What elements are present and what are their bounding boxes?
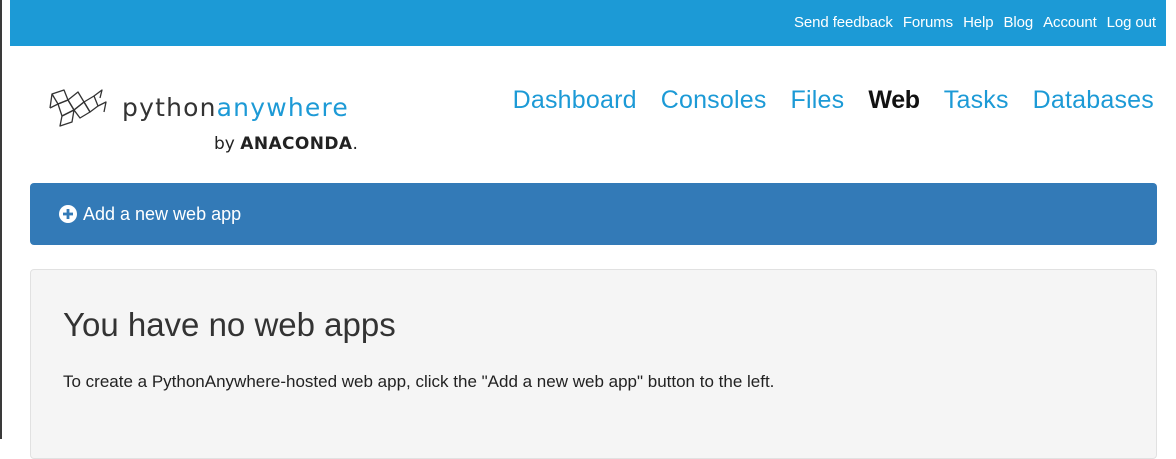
empty-state-panel: You have no web apps To create a PythonA… [30, 269, 1157, 459]
snake-logo-icon [49, 89, 107, 127]
window-left-edge [0, 0, 2, 439]
account-link[interactable]: Account [1043, 14, 1097, 31]
nav-databases[interactable]: Databases [1033, 86, 1154, 115]
blog-link[interactable]: Blog [1004, 14, 1034, 31]
logo-brand-suffix: . [352, 134, 358, 154]
logo-by-text: by [214, 134, 235, 154]
empty-state-title: You have no web apps [63, 306, 396, 343]
nav-tasks[interactable]: Tasks [944, 86, 1009, 115]
help-link[interactable]: Help [963, 14, 994, 31]
top-bar: Send feedback Forums Help Blog Account L… [10, 0, 1166, 46]
logo-byline: by ANACONDA. [214, 134, 358, 154]
plus-circle-icon [59, 205, 77, 223]
nav-web[interactable]: Web [868, 86, 920, 115]
nav-dashboard[interactable]: Dashboard [513, 86, 637, 115]
main-nav: Dashboard Consoles Files Web Tasks Datab… [489, 86, 1154, 115]
nav-files[interactable]: Files [791, 86, 845, 115]
pythonanywhere-logo[interactable]: pythonanywhere by ANACONDA. [48, 88, 408, 168]
forums-link[interactable]: Forums [903, 14, 953, 31]
top-bar-links: Send feedback Forums Help Blog Account L… [784, 14, 1156, 31]
logo-wordmark: pythonanywhere [122, 88, 349, 128]
log-out-link[interactable]: Log out [1107, 14, 1156, 31]
logo-wordmark-anywhere: anywhere [216, 93, 349, 122]
logo-brand: ANACONDA [240, 134, 353, 154]
add-new-web-app-button[interactable]: Add a new web app [30, 183, 1157, 245]
send-feedback-link[interactable]: Send feedback [794, 14, 893, 31]
logo-wordmark-python: python [122, 93, 217, 122]
empty-state-message: To create a PythonAnywhere-hosted web ap… [63, 372, 775, 391]
nav-consoles[interactable]: Consoles [661, 86, 767, 115]
add-new-web-app-label: Add a new web app [83, 203, 242, 224]
